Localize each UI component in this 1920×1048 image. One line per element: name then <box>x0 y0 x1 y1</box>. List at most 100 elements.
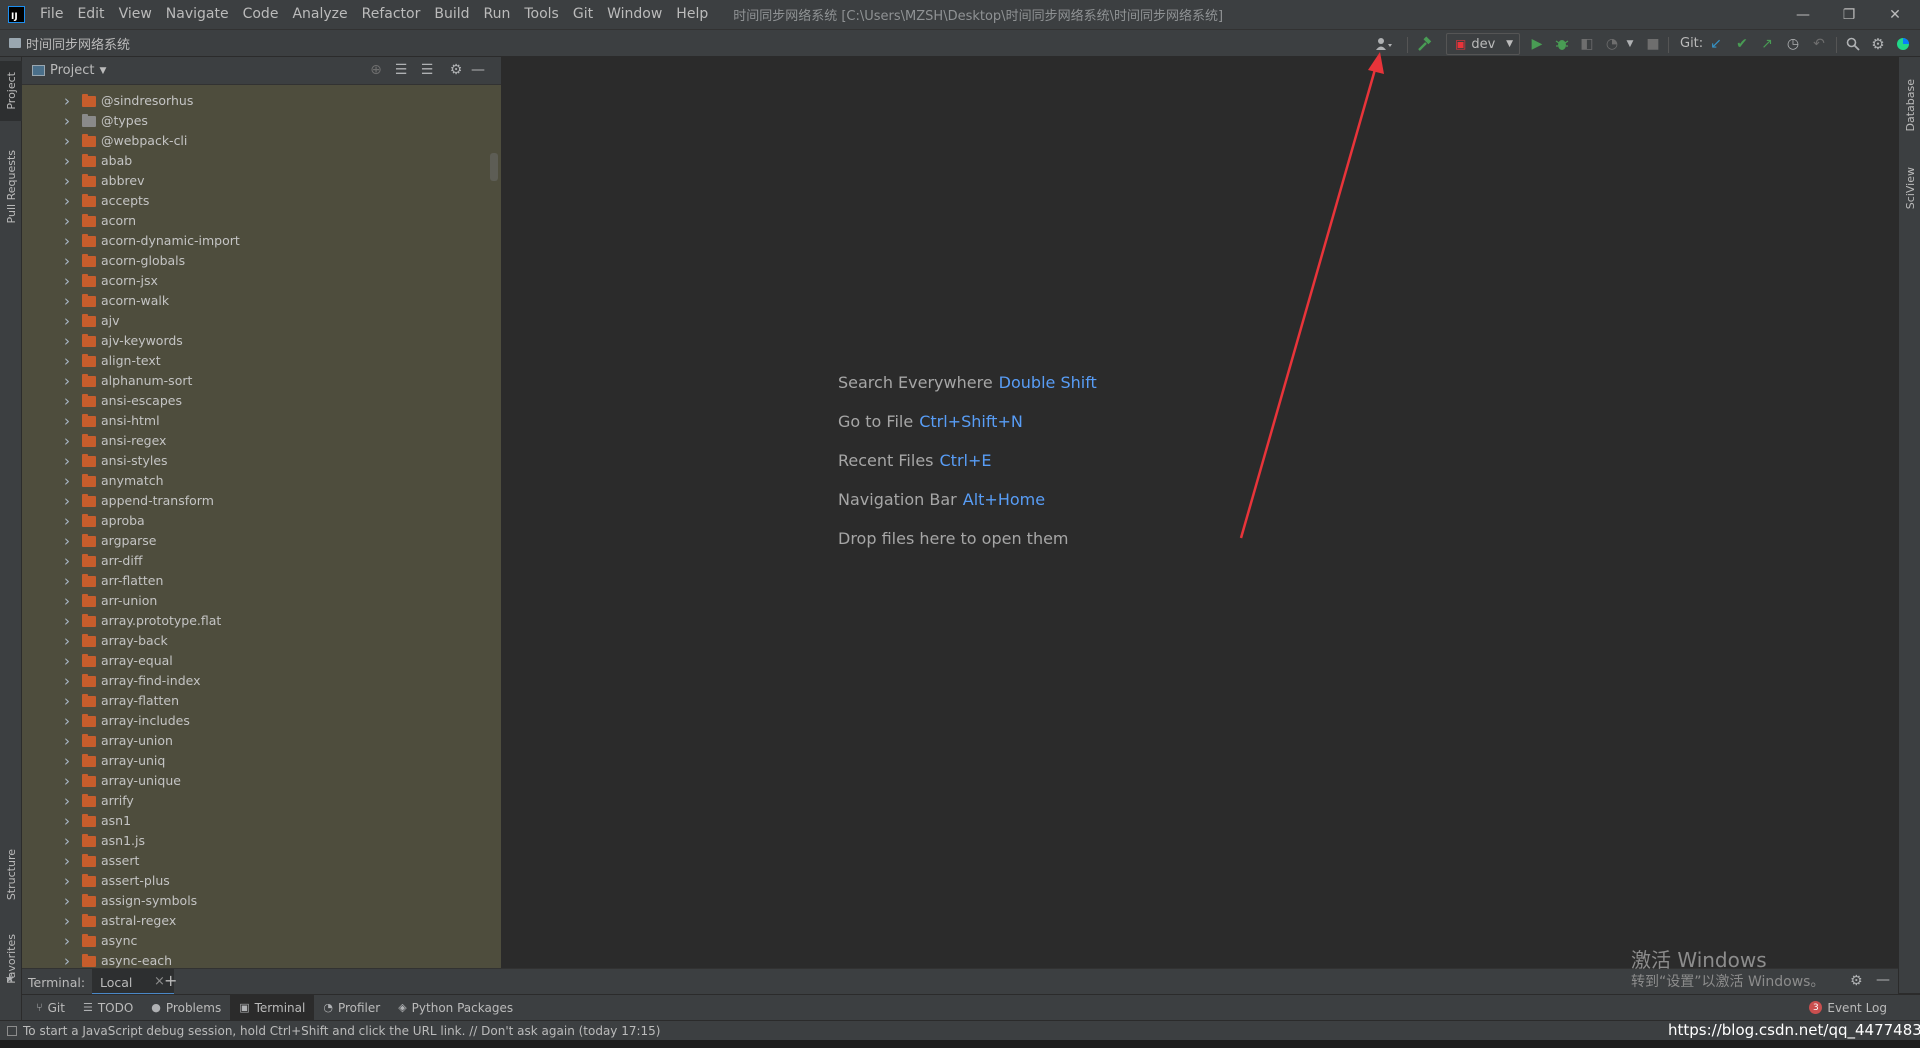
menu-refactor[interactable]: Refactor <box>355 0 428 29</box>
chevron-right-icon[interactable]: › <box>62 831 72 851</box>
play-icon[interactable]: ▶ <box>1528 35 1546 53</box>
tool-event-log[interactable]: 3 Event Log <box>1800 995 1896 1021</box>
chevron-right-icon[interactable]: › <box>62 171 72 191</box>
hide-panel-icon[interactable]: — <box>469 61 487 79</box>
run-configuration-select[interactable]: ▣ dev ▼ <box>1446 33 1520 55</box>
tree-folder-row[interactable]: › arr-flatten <box>22 571 492 591</box>
tree-folder-row[interactable]: › ansi-regex <box>22 431 492 451</box>
tree-folder-row[interactable]: › alphanum-sort <box>22 371 492 391</box>
tree-folder-row[interactable]: › array-union <box>22 731 492 751</box>
chevron-right-icon[interactable]: › <box>62 791 72 811</box>
tool-profiler[interactable]: ◔ Profiler <box>314 995 389 1021</box>
menu-run[interactable]: Run <box>477 0 518 29</box>
chevron-right-icon[interactable]: › <box>62 231 72 251</box>
chevron-right-icon[interactable]: › <box>62 871 72 891</box>
chevron-right-icon[interactable]: › <box>62 211 72 231</box>
status-toggle-icon[interactable] <box>7 1025 17 1036</box>
chevron-right-icon[interactable]: › <box>62 551 72 571</box>
menu-code[interactable]: Code <box>236 0 286 29</box>
tool-python-packages[interactable]: ◈ Python Packages <box>389 995 522 1021</box>
tool-tab-structure[interactable]: Structure <box>0 837 22 912</box>
chevron-right-icon[interactable]: › <box>62 671 72 691</box>
add-user-icon[interactable] <box>1375 35 1393 53</box>
chevron-right-icon[interactable]: › <box>62 851 72 871</box>
history-icon[interactable]: ◷ <box>1784 35 1802 53</box>
chevron-right-icon[interactable]: › <box>62 711 72 731</box>
tree-folder-row[interactable]: › @webpack-cli <box>22 131 492 151</box>
tool-git[interactable]: ⑂ Git <box>27 995 74 1021</box>
new-terminal-icon[interactable]: + <box>164 971 177 990</box>
menu-edit[interactable]: Edit <box>70 0 111 29</box>
terminal-tab-local[interactable]: Local × <box>92 969 174 995</box>
chevron-right-icon[interactable]: › <box>62 451 72 471</box>
tree-folder-row[interactable]: › ansi-html <box>22 411 492 431</box>
tool-terminal[interactable]: ▣ Terminal <box>230 994 315 1021</box>
tree-folder-row[interactable]: › @sindresorhus <box>22 91 492 111</box>
hammer-icon[interactable] <box>1416 35 1434 53</box>
tree-folder-row[interactable]: › abbrev <box>22 171 492 191</box>
chevron-right-icon[interactable]: › <box>62 931 72 951</box>
gear-icon[interactable]: ⚙ <box>447 61 465 79</box>
chevron-right-icon[interactable]: › <box>62 611 72 631</box>
menu-build[interactable]: Build <box>427 0 476 29</box>
menu-help[interactable]: Help <box>669 0 715 29</box>
chevron-down-icon[interactable]: ▼ <box>99 66 106 76</box>
tree-folder-row[interactable]: › async <box>22 931 492 951</box>
jetbrains-toolbox-icon[interactable] <box>1894 35 1912 53</box>
tree-folder-row[interactable]: › argparse <box>22 531 492 551</box>
chevron-right-icon[interactable]: › <box>62 131 72 151</box>
chevron-right-icon[interactable]: › <box>62 331 72 351</box>
tool-tab-sciview[interactable]: SciView <box>1899 153 1920 223</box>
menu-tools[interactable]: Tools <box>517 0 566 29</box>
breadcrumb-project[interactable]: 时间同步网络系统 <box>26 34 130 53</box>
locate-icon[interactable]: ⊕ <box>367 61 385 79</box>
chevron-right-icon[interactable]: › <box>62 291 72 311</box>
chevron-right-icon[interactable]: › <box>62 511 72 531</box>
tree-folder-row[interactable]: › array-equal <box>22 651 492 671</box>
tree-folder-row[interactable]: › arr-diff <box>22 551 492 571</box>
tool-problems[interactable]: ● Problems <box>142 995 230 1021</box>
chevron-right-icon[interactable]: › <box>62 691 72 711</box>
tree-folder-row[interactable]: › array-back <box>22 631 492 651</box>
tree-folder-row[interactable]: › ajv <box>22 311 492 331</box>
gear-icon[interactable]: ⚙ <box>1850 973 1863 989</box>
chevron-right-icon[interactable]: › <box>62 351 72 371</box>
chevron-right-icon[interactable]: › <box>62 471 72 491</box>
tree-folder-row[interactable]: › asn1.js <box>22 831 492 851</box>
tree-folder-row[interactable]: › astral-regex <box>22 911 492 931</box>
menu-view[interactable]: View <box>112 0 159 29</box>
chevron-right-icon[interactable]: › <box>62 731 72 751</box>
tree-folder-row[interactable]: › array.prototype.flat <box>22 611 492 631</box>
tree-folder-row[interactable]: › assign-symbols <box>22 891 492 911</box>
menu-analyze[interactable]: Analyze <box>285 0 354 29</box>
tree-folder-row[interactable]: › anymatch <box>22 471 492 491</box>
tree-folder-row[interactable]: › append-transform <box>22 491 492 511</box>
tree-folder-row[interactable]: › assert-plus <box>22 871 492 891</box>
chevron-right-icon[interactable]: › <box>62 311 72 331</box>
tree-folder-row[interactable]: › array-includes <box>22 711 492 731</box>
tree-folder-row[interactable]: › ansi-styles <box>22 451 492 471</box>
more-run-chevron-icon[interactable]: ▼ <box>1621 35 1639 53</box>
git-commit-icon[interactable]: ✔ <box>1733 35 1751 53</box>
menu-window[interactable]: Window <box>600 0 669 29</box>
chevron-right-icon[interactable]: › <box>62 191 72 211</box>
tree-scrollbar[interactable] <box>490 153 498 181</box>
tree-folder-row[interactable]: › array-find-index <box>22 671 492 691</box>
chevron-right-icon[interactable]: › <box>62 391 72 411</box>
chevron-right-icon[interactable]: › <box>62 571 72 591</box>
tree-folder-row[interactable]: › acorn-walk <box>22 291 492 311</box>
tree-folder-row[interactable]: › abab <box>22 151 492 171</box>
restore-button[interactable]: ❐ <box>1826 0 1872 29</box>
chevron-right-icon[interactable]: › <box>62 631 72 651</box>
chevron-right-icon[interactable]: › <box>62 91 72 111</box>
chevron-right-icon[interactable]: › <box>62 411 72 431</box>
status-message[interactable]: To start a JavaScript debug session, hol… <box>23 1024 661 1038</box>
chevron-right-icon[interactable]: › <box>62 151 72 171</box>
tool-todo[interactable]: ☰ TODO <box>74 995 142 1021</box>
chevron-right-icon[interactable]: › <box>62 751 72 771</box>
tree-folder-row[interactable]: › accepts <box>22 191 492 211</box>
chevron-right-icon[interactable]: › <box>62 111 72 131</box>
tree-folder-row[interactable]: › ajv-keywords <box>22 331 492 351</box>
collapse-all-icon[interactable]: ☰ <box>418 61 436 79</box>
menu-navigate[interactable]: Navigate <box>159 0 236 29</box>
